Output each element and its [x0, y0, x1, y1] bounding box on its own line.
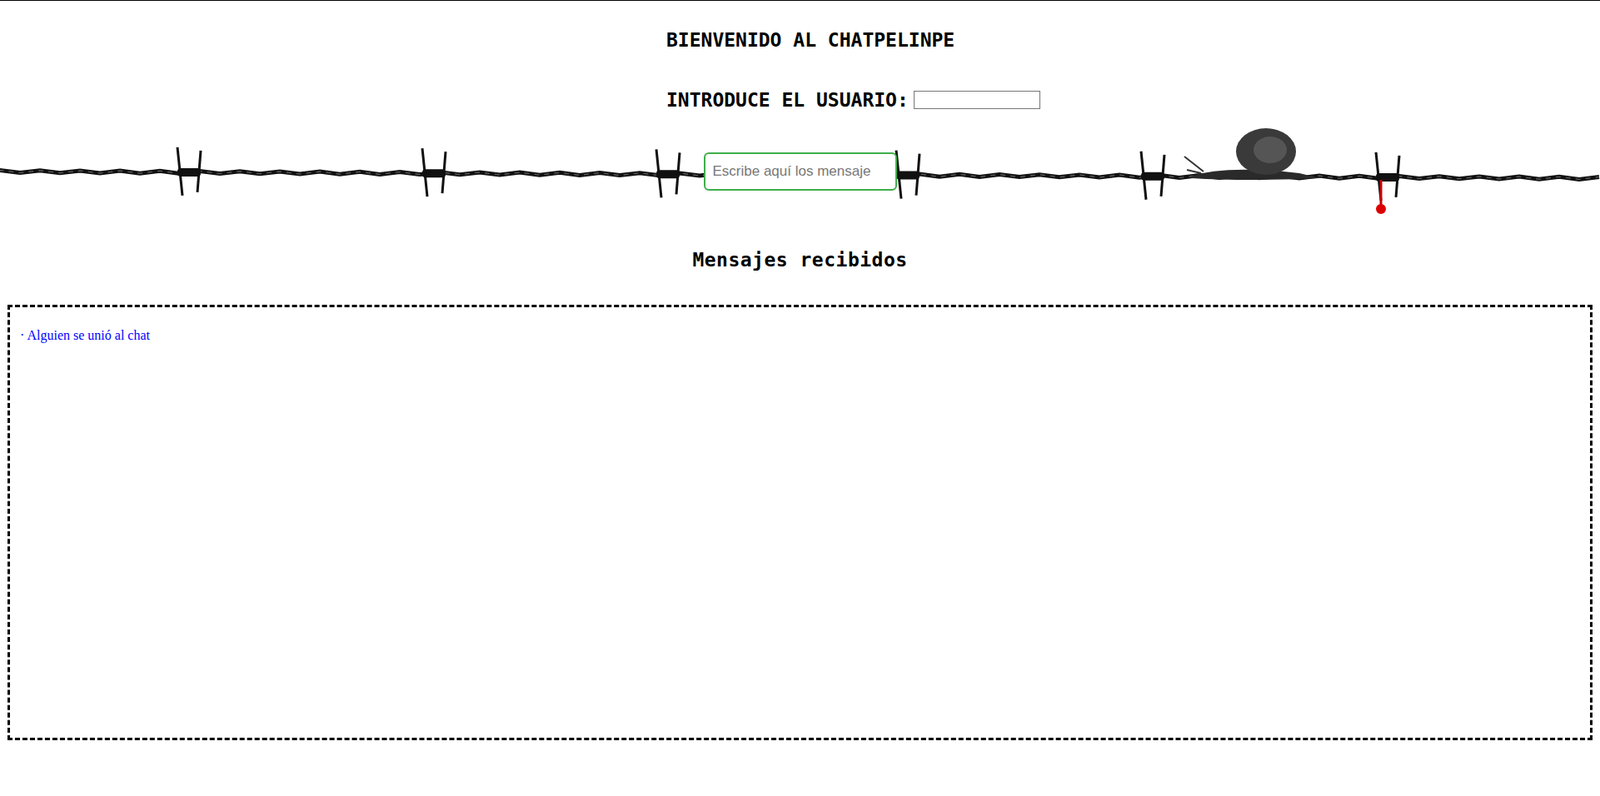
messages-box[interactable]: · Alguien se unió al chat — [7, 304, 1593, 741]
page-title: BIENVENIDO AL CHATPELINPE — [666, 29, 1600, 53]
wire-row — [0, 128, 1600, 220]
message-bullet: · — [19, 328, 25, 343]
header: BIENVENIDO AL CHATPELINPE INTRODUCE EL US… — [0, 0, 1600, 112]
user-label: INTRODUCE EL USUARIO: — [666, 89, 909, 113]
user-row: INTRODUCE EL USUARIO: — [666, 89, 1600, 113]
messages-title: Mensajes recibidos — [0, 249, 1600, 273]
message: · Alguien se unió al chat — [19, 327, 1581, 345]
user-input[interactable] — [913, 90, 1041, 110]
snail-icon — [1184, 128, 1321, 180]
chat-page: BIENVENIDO AL CHATPELINPE INTRODUCE EL US… — [0, 0, 1600, 796]
blood-drop-icon — [1375, 179, 1386, 215]
message-text: Alguien se unió al chat — [26, 328, 150, 343]
message-input[interactable] — [703, 152, 898, 191]
